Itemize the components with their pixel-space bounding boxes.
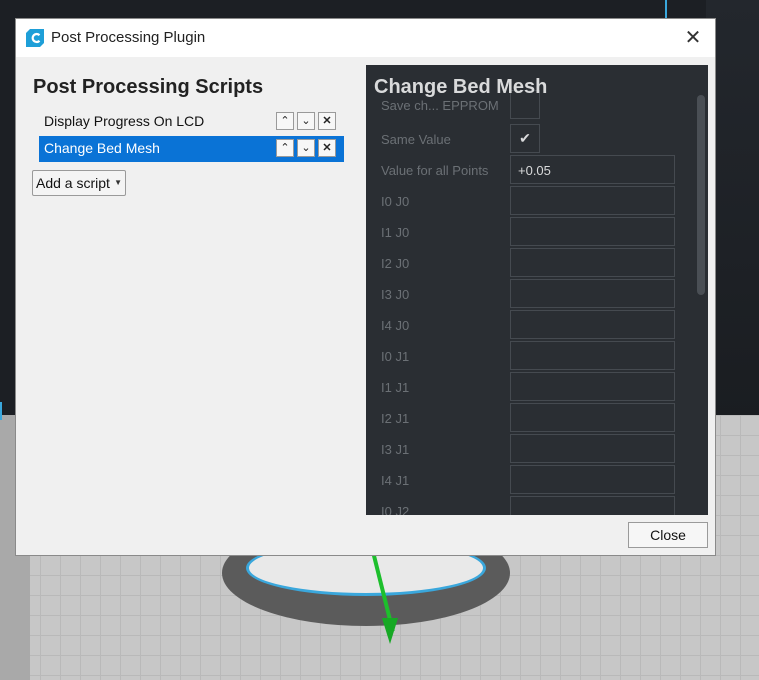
script-item-display-progress[interactable]: Display Progress On LCD ⌃ ⌄ ✕: [39, 109, 344, 135]
value-all-points-input[interactable]: +0.05: [510, 155, 675, 184]
title-bar[interactable]: Post Processing Plugin ✕: [16, 19, 715, 57]
setting-label: I4 J0: [381, 318, 410, 333]
script-settings-panel: Save ch... EPPROM Change Bed Mesh Same V…: [366, 65, 708, 515]
setting-i2-j0: I2 J0: [366, 248, 686, 279]
dialog-title: Post Processing Plugin: [51, 29, 206, 46]
setting-label: I4 J1: [381, 473, 410, 488]
settings-scrollbar[interactable]: [697, 95, 705, 295]
setting-label: I0 J1: [381, 349, 410, 364]
setting-i4-j0: I4 J0: [366, 310, 686, 341]
i3-j0-input[interactable]: [510, 279, 675, 308]
setting-i2-j1: I2 J1: [366, 403, 686, 434]
move-down-button[interactable]: ⌄: [297, 139, 315, 157]
axis-arrow-head[interactable]: [382, 618, 398, 644]
setting-i0-j2: I0 J2: [366, 496, 686, 515]
script-label: Change Bed Mesh: [44, 140, 160, 156]
setting-label: I1 J0: [381, 225, 410, 240]
i2-j0-input[interactable]: [510, 248, 675, 277]
setting-label: I3 J1: [381, 442, 410, 457]
setting-i1-j1: I1 J1: [366, 372, 686, 403]
panel-title: Change Bed Mesh: [374, 76, 548, 98]
script-label: Display Progress On LCD: [44, 113, 205, 129]
setting-label: Save ch... EPPROM: [381, 98, 499, 113]
cura-logo-icon: [26, 29, 44, 47]
i4-j0-input[interactable]: [510, 310, 675, 339]
move-up-button[interactable]: ⌃: [276, 112, 294, 130]
i1-j1-input[interactable]: [510, 372, 675, 401]
remove-script-button[interactable]: ✕: [318, 112, 336, 130]
setting-i3-j1: I3 J1: [366, 434, 686, 465]
close-icon[interactable]: ✕: [682, 27, 704, 49]
setting-label: Value for all Points: [381, 163, 489, 178]
setting-label: I3 J0: [381, 287, 410, 302]
setting-same-value: Same Value ✔: [366, 124, 686, 155]
add-script-button[interactable]: Add a script ▼: [32, 170, 126, 196]
viewport-marker: [0, 402, 2, 420]
i3-j1-input[interactable]: [510, 434, 675, 463]
i0-j2-input[interactable]: [510, 496, 675, 515]
close-button[interactable]: Close: [628, 522, 708, 548]
setting-label: I1 J1: [381, 380, 410, 395]
setting-i3-j0: I3 J0: [366, 279, 686, 310]
setting-label: I0 J2: [381, 504, 410, 515]
post-processing-dialog: Post Processing Plugin ✕ Post Processing…: [15, 18, 716, 556]
i2-j1-input[interactable]: [510, 403, 675, 432]
viewport-marker: [665, 0, 667, 18]
remove-script-button[interactable]: ✕: [318, 139, 336, 157]
i0-j0-input[interactable]: [510, 186, 675, 215]
setting-value-all: Value for all Points +0.05: [366, 155, 686, 186]
setting-i1-j0: I1 J0: [366, 217, 686, 248]
add-script-label: Add a script: [36, 175, 110, 191]
setting-i4-j1: I4 J1: [366, 465, 686, 496]
i4-j1-input[interactable]: [510, 465, 675, 494]
setting-i0-j1: I0 J1: [366, 341, 686, 372]
i0-j1-input[interactable]: [510, 341, 675, 370]
setting-i0-j0: I0 J0: [366, 186, 686, 217]
setting-label: Same Value: [381, 132, 451, 147]
setting-label: I2 J1: [381, 411, 410, 426]
i1-j0-input[interactable]: [510, 217, 675, 246]
move-down-button[interactable]: ⌄: [297, 112, 315, 130]
move-up-button[interactable]: ⌃: [276, 139, 294, 157]
dropdown-caret-icon: ▼: [114, 178, 122, 187]
setting-label: I0 J0: [381, 194, 410, 209]
setting-label: I2 J0: [381, 256, 410, 271]
same-value-checkbox[interactable]: ✔: [510, 124, 540, 153]
script-item-change-bed-mesh[interactable]: Change Bed Mesh ⌃ ⌄ ✕: [39, 136, 344, 162]
scripts-heading: Post Processing Scripts: [33, 76, 264, 98]
